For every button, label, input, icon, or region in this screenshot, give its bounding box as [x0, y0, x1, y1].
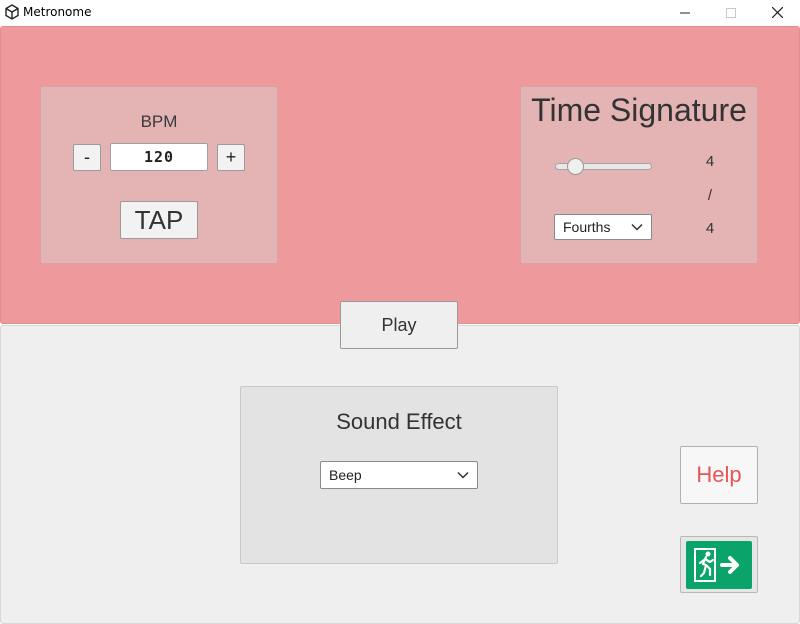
play-button[interactable]: Play — [340, 301, 458, 349]
tap-tempo-button[interactable]: TAP — [120, 201, 198, 239]
note-value-selected: Fourths — [563, 219, 611, 235]
bpm-increase-button[interactable]: + — [217, 144, 245, 171]
minimize-icon — [680, 12, 690, 13]
help-button[interactable]: Help — [680, 446, 758, 504]
chevron-down-icon — [457, 471, 469, 479]
beats-slider-handle[interactable] — [567, 158, 584, 175]
sound-effect-title: Sound Effect — [336, 409, 462, 434]
bpm-decrease-button[interactable]: - — [73, 144, 101, 171]
maximize-icon — [726, 7, 736, 18]
minimize-button[interactable] — [662, 0, 708, 25]
emergency-exit-icon — [686, 540, 752, 589]
note-value-dropdown[interactable]: Fourths — [554, 214, 652, 240]
beats-value: 4 — [705, 153, 715, 170]
bpm-input[interactable]: 120 — [110, 143, 208, 171]
chevron-down-icon — [631, 223, 643, 231]
title-bar: Metronome — [0, 0, 800, 25]
time-signature-title: Time Signature — [531, 92, 747, 128]
sound-effect-dropdown[interactable]: Beep — [320, 461, 478, 489]
exit-button[interactable] — [680, 536, 758, 593]
exit-pictogram-icon — [694, 547, 739, 582]
note-value: 4 — [705, 220, 715, 237]
unity-logo-icon — [5, 4, 19, 20]
maximize-button[interactable] — [708, 0, 754, 25]
time-signature-separator: / — [707, 187, 713, 204]
window-title: Metronome — [23, 5, 92, 19]
bpm-label: BPM — [140, 112, 178, 131]
close-icon — [771, 7, 783, 18]
sound-effect-selected: Beep — [329, 467, 362, 483]
close-button[interactable] — [754, 0, 800, 25]
